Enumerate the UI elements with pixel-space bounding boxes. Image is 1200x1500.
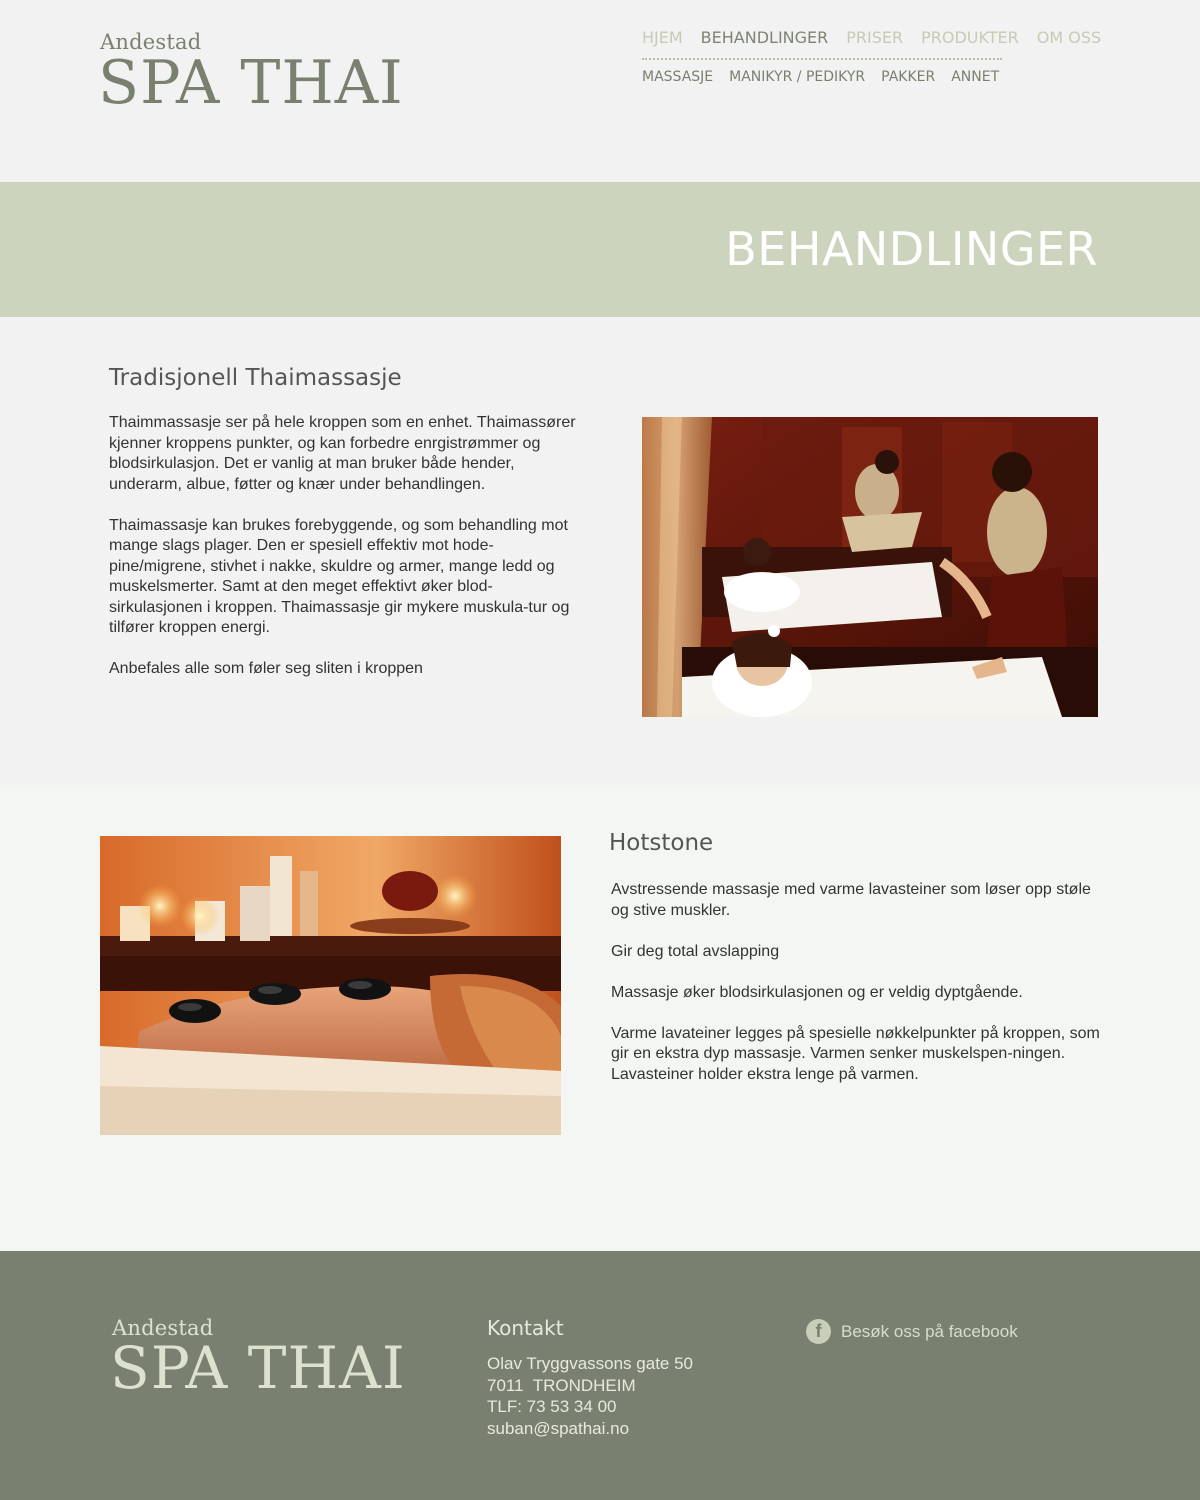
hotstone-title: Hotstone bbox=[609, 830, 714, 856]
thai-paragraph: Thaimmassasje ser på hele kroppen som en… bbox=[109, 414, 576, 493]
contact-info: Olav Tryggvassons gate 50 7011 TRONDHEIM… bbox=[487, 1353, 693, 1439]
nav-item-behandlinger[interactable]: BEHANDLINGER bbox=[701, 28, 829, 47]
thai-massage-photo bbox=[642, 417, 1098, 717]
sub-nav: MASSASJE MANIKYR / PEDIKYR PAKKER ANNET bbox=[642, 69, 999, 85]
contact-title: Kontakt bbox=[487, 1316, 564, 1340]
main-nav: HJEM BEHANDLINGER PRISER PRODUKTER OM OS… bbox=[642, 28, 1101, 47]
thai-massage-title: Tradisjonell Thaimassasje bbox=[109, 365, 402, 391]
footer-logo[interactable]: Andestad SPA THAI bbox=[110, 1316, 406, 1402]
thai-paragraph: Thaimassasje kan brukes forebyggende, og… bbox=[109, 516, 570, 637]
site-header: Andestad SPA THAI HJEM BEHANDLINGER PRIS… bbox=[0, 0, 1200, 182]
footer-logo-title: SPA THAI bbox=[110, 1334, 406, 1402]
thai-massage-text: Thaimmassasje ser på hele kroppen som en… bbox=[109, 413, 579, 700]
subnav-item-massasje[interactable]: MASSASJE bbox=[642, 69, 713, 85]
site-logo[interactable]: Andestad SPA THAI bbox=[98, 30, 404, 118]
hotstone-paragraph: Avstressende massasje med varme lavastei… bbox=[611, 881, 1091, 919]
hotstone-text: Avstressende massasje med varme lavastei… bbox=[611, 880, 1101, 1106]
contact-city: 7011 TRONDHEIM bbox=[487, 1375, 636, 1395]
nav-item-priser[interactable]: PRISER bbox=[846, 28, 903, 47]
facebook-link[interactable]: f Besøk oss på facebook bbox=[806, 1319, 1018, 1344]
nav-divider bbox=[642, 58, 1002, 60]
facebook-icon: f bbox=[806, 1319, 831, 1344]
thai-massage-section: Tradisjonell Thaimassasje Thaimmassasje … bbox=[0, 317, 1200, 785]
contact-phone: TLF: 73 53 34 00 bbox=[487, 1397, 617, 1416]
nav-item-hjem[interactable]: HJEM bbox=[642, 28, 683, 47]
subnav-item-pakker[interactable]: PAKKER bbox=[881, 69, 935, 85]
hotstone-section: Hotstone Avstressende massasje med varme… bbox=[0, 785, 1200, 1251]
site-footer: Andestad SPA THAI Kontakt Olav Tryggvass… bbox=[0, 1251, 1200, 1500]
subnav-item-annet[interactable]: ANNET bbox=[951, 69, 999, 85]
nav-item-om-oss[interactable]: OM OSS bbox=[1037, 28, 1101, 47]
thai-paragraph: Anbefales alle som føler seg sliten i kr… bbox=[109, 660, 423, 677]
hotstone-paragraph: Gir deg total avslapping bbox=[611, 942, 780, 960]
hotstone-paragraph: Varme lavateiner legges på spesielle nøk… bbox=[611, 1024, 1100, 1083]
logo-title: SPA THAI bbox=[98, 48, 404, 118]
page-title: BEHANDLINGER bbox=[725, 222, 1098, 276]
contact-address: Olav Tryggvassons gate 50 bbox=[487, 1354, 694, 1373]
facebook-label: Besøk oss på facebook bbox=[841, 1321, 1018, 1341]
page-banner: BEHANDLINGER bbox=[0, 182, 1200, 317]
contact-email[interactable]: suban@spathai.no bbox=[487, 1418, 693, 1440]
subnav-item-manikyr-pedikyr[interactable]: MANIKYR / PEDIKYR bbox=[729, 69, 865, 85]
nav-item-produkter[interactable]: PRODUKTER bbox=[921, 28, 1019, 47]
hotstone-paragraph: Massasje øker blodsirkulasjonen og er ve… bbox=[611, 983, 1023, 1001]
hotstone-photo bbox=[100, 836, 561, 1135]
